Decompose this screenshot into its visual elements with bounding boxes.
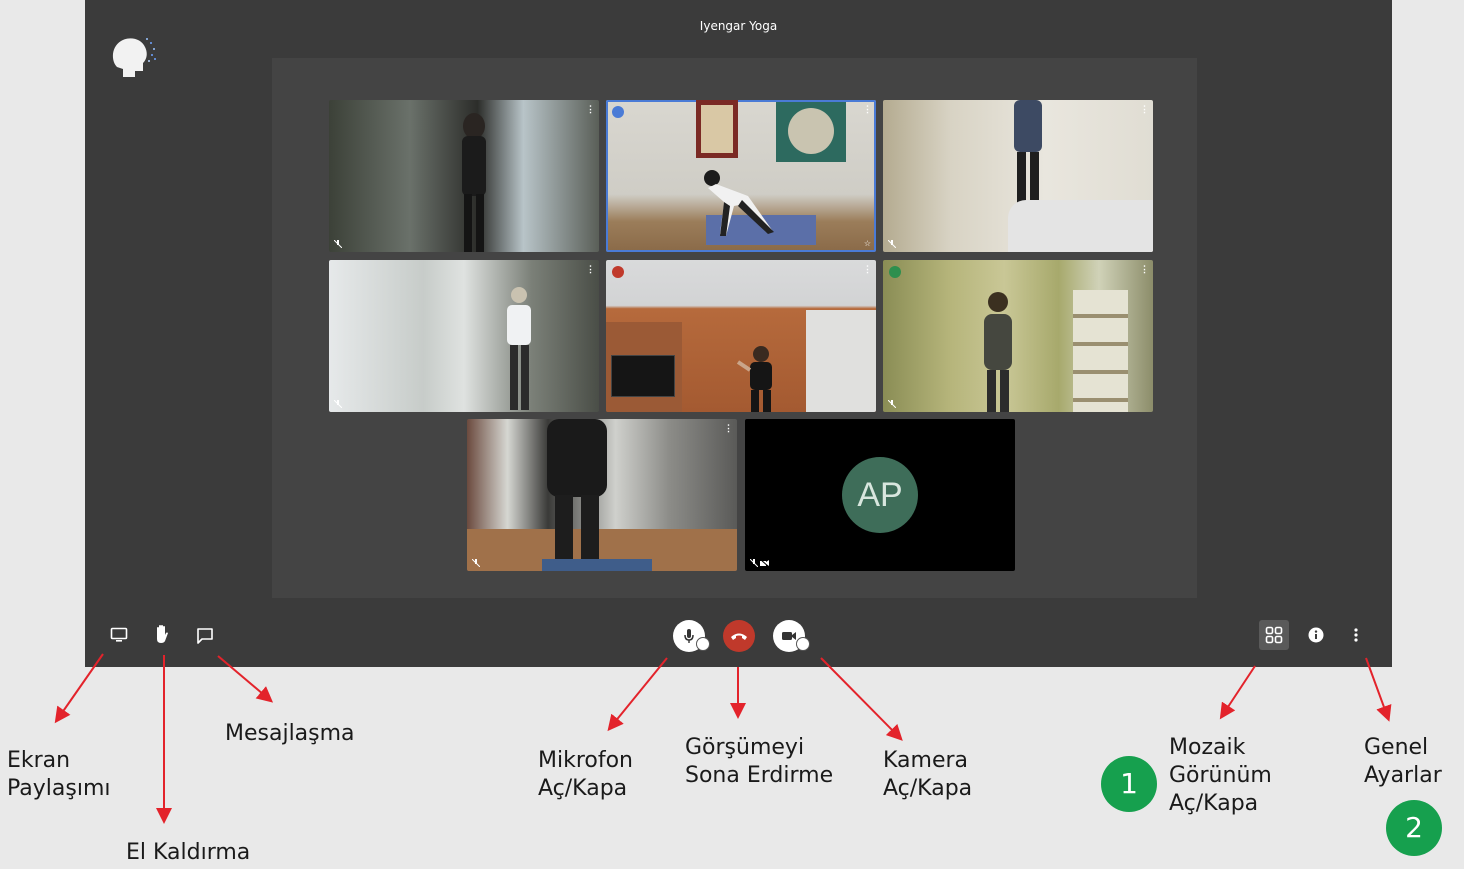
arrow-settings [1365, 657, 1392, 722]
label-camera: Kamera Aç/Kapa [883, 748, 973, 801]
label-end-call: Görşümeyi Sona Erdirme [685, 735, 834, 788]
step-badge-2: 2 [1386, 800, 1442, 856]
arrow-camera [820, 657, 903, 741]
label-settings: Genel Ayarlar [1364, 735, 1442, 788]
arrow-screen-share [54, 653, 104, 724]
step-badge-1: 1 [1101, 756, 1157, 812]
label-chat: Mesajlaşma [225, 721, 355, 746]
arrow-mic [607, 657, 668, 732]
label-tile-view: Mozaik Görünüm Aç/Kapa [1169, 735, 1272, 816]
arrow-tile-view [1219, 665, 1256, 720]
label-raise-hand: El Kaldırma [126, 840, 251, 865]
label-screen-share: Ekran Paylaşımı [7, 748, 111, 801]
arrow-chat [217, 655, 274, 703]
label-microphone: Mikrofon Aç/Kapa [538, 748, 634, 801]
